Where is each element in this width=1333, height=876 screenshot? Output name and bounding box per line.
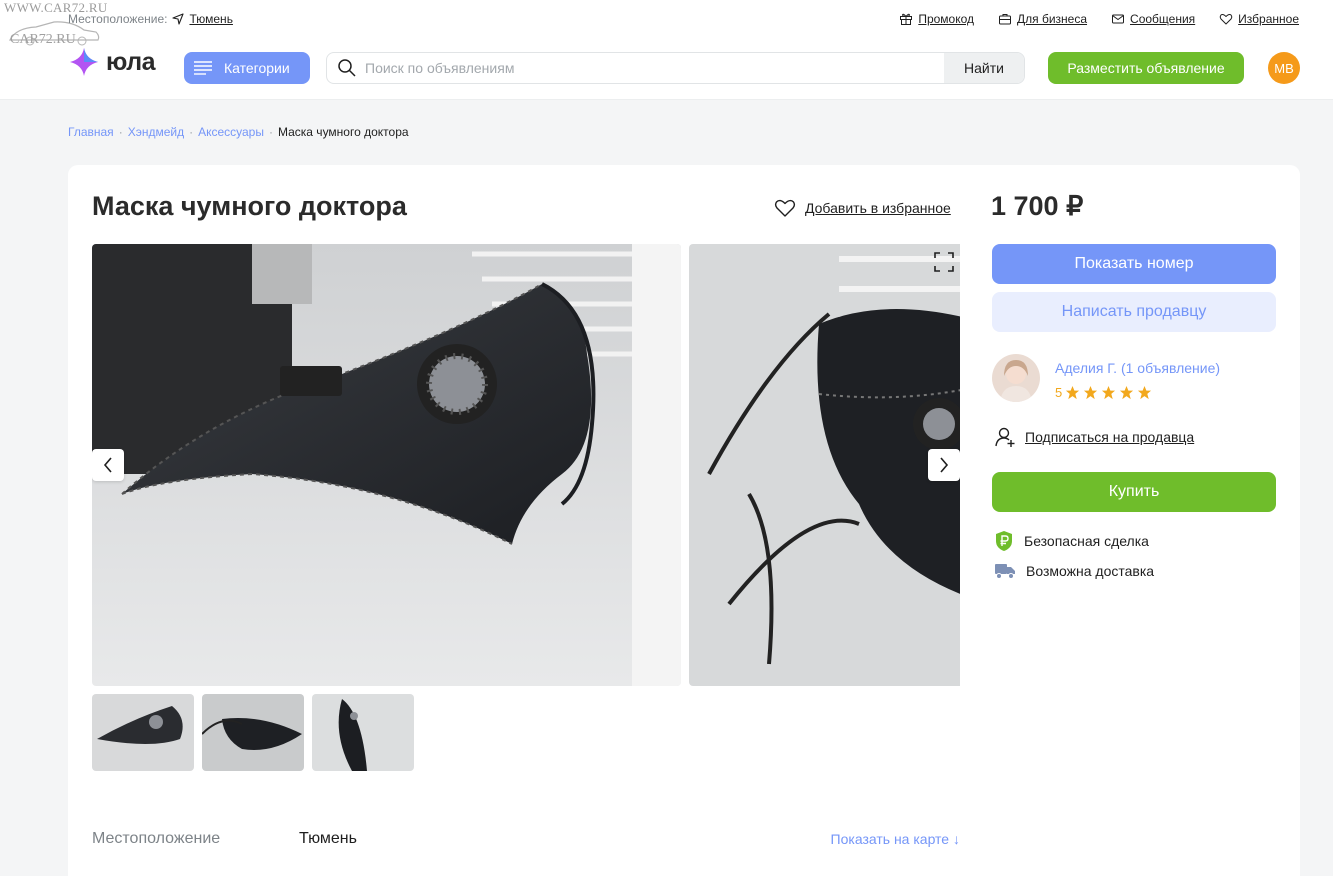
listing-card: Маска чумного доктора Добавить в избранн… (68, 165, 1300, 876)
top-links: Промокод Для бизнеса Сообщения Избранное (899, 12, 1299, 26)
messages-link[interactable]: Сообщения (1111, 12, 1195, 26)
search-input[interactable] (357, 60, 944, 76)
logo[interactable]: юла (68, 46, 156, 78)
star-icon (1084, 385, 1098, 400)
chevron-right-icon (940, 457, 949, 473)
add-to-favorites-label: Добавить в избранное (805, 200, 951, 216)
site-header: WWW.CAR72.RU CAR72.RU Местоположение: Тю… (0, 0, 1333, 100)
chevron-left-icon (103, 457, 112, 473)
star-icon (1066, 385, 1080, 400)
search-button[interactable]: Найти (944, 53, 1024, 83)
safe-deal-label: Безопасная сделка (1024, 533, 1149, 549)
show-on-map-link[interactable]: Показать на карте ↓ (831, 831, 960, 847)
seller-rating: 5 (1055, 385, 1220, 400)
star-icon (1138, 385, 1152, 400)
logo-text: юла (106, 47, 156, 76)
rating-value: 5 (1055, 385, 1063, 400)
breadcrumb-separator: · (118, 125, 123, 139)
breadcrumb: Главная · Хэндмейд · Аксессуары · Маска … (68, 125, 409, 139)
heart-icon (774, 199, 796, 217)
briefcase-icon (999, 14, 1012, 25)
photo-gallery (92, 244, 960, 686)
promo-link[interactable]: Промокод (899, 12, 974, 26)
breadcrumb-separator: · (268, 125, 273, 139)
breadcrumb-home[interactable]: Главная (68, 125, 114, 139)
search-bar: Найти (326, 52, 1025, 84)
user-avatar[interactable]: МВ (1268, 52, 1300, 84)
categories-label: Категории (224, 60, 290, 76)
seller-name[interactable]: Аделия Г. (1 объявление) (1055, 360, 1220, 376)
page-title: Маска чумного доктора (92, 191, 407, 221)
location-city[interactable]: Тюмень (189, 12, 232, 26)
star-icon (1102, 385, 1116, 400)
promo-link-label: Промокод (918, 12, 975, 26)
thumbnail[interactable] (202, 694, 304, 771)
buy-button[interactable]: Купить (992, 472, 1276, 512)
seller-avatar[interactable] (992, 354, 1040, 402)
shield-ruble-icon (996, 531, 1012, 551)
business-link-label: Для бизнеса (1017, 12, 1088, 26)
price: 1 700 ₽ (991, 191, 1084, 221)
prev-photo-button[interactable] (92, 449, 124, 481)
mail-icon (1112, 14, 1125, 24)
truck-icon (995, 564, 1015, 579)
star-icon (1120, 385, 1134, 400)
favorites-link[interactable]: Избранное (1219, 12, 1299, 26)
menu-icon (194, 61, 212, 75)
breadcrumb-current: Маска чумного доктора (277, 125, 409, 139)
post-ad-button[interactable]: Разместить объявление (1048, 52, 1244, 84)
navigation-arrow-icon (172, 13, 185, 25)
breadcrumb-handmade[interactable]: Хэндмейд (128, 125, 184, 139)
breadcrumb-separator: · (189, 125, 194, 139)
heart-icon (1219, 14, 1233, 25)
expand-icon (934, 252, 954, 272)
subscribe-label: Подписаться на продавца (1025, 429, 1195, 445)
seller-info: Аделия Г. (1 объявление) 5 (992, 354, 1220, 402)
gift-icon (900, 13, 913, 25)
location-selector[interactable]: Местоположение: Тюмень (68, 12, 233, 26)
location-row: Местоположение Тюмень Показать на карте … (92, 830, 960, 848)
delivery-label: Возможна доставка (1026, 563, 1155, 579)
next-photo-button[interactable] (928, 449, 960, 481)
favorites-link-label: Избранное (1238, 12, 1299, 26)
delivery-feature: Возможна доставка (994, 562, 1154, 580)
write-seller-button[interactable]: Написать продавцу (992, 292, 1276, 332)
breadcrumb-accessories[interactable]: Аксессуары (198, 125, 264, 139)
watermark-text-2: CAR72.RU (10, 32, 76, 47)
add-user-icon (995, 427, 1015, 447)
thumbnail-strip (92, 694, 414, 771)
location-label: Местоположение: (68, 12, 168, 26)
messages-link-label: Сообщения (1130, 12, 1196, 26)
categories-button[interactable]: Категории (184, 52, 310, 84)
fullscreen-button[interactable] (932, 250, 956, 274)
subscribe-seller-button[interactable]: Подписаться на продавца (994, 426, 1194, 448)
logo-star-icon (70, 48, 98, 76)
search-icon (338, 59, 356, 77)
show-phone-button[interactable]: Показать номер (992, 244, 1276, 284)
main-photo[interactable] (92, 244, 681, 686)
second-photo[interactable] (689, 244, 960, 686)
add-to-favorites-button[interactable]: Добавить в избранное (774, 198, 951, 218)
location-row-value: Тюмень (299, 830, 357, 847)
thumbnail[interactable] (92, 694, 194, 771)
safe-deal-feature: Безопасная сделка (994, 530, 1149, 552)
location-row-label: Местоположение (92, 830, 221, 847)
thumbnail[interactable] (312, 694, 414, 771)
business-link[interactable]: Для бизнеса (998, 12, 1087, 26)
